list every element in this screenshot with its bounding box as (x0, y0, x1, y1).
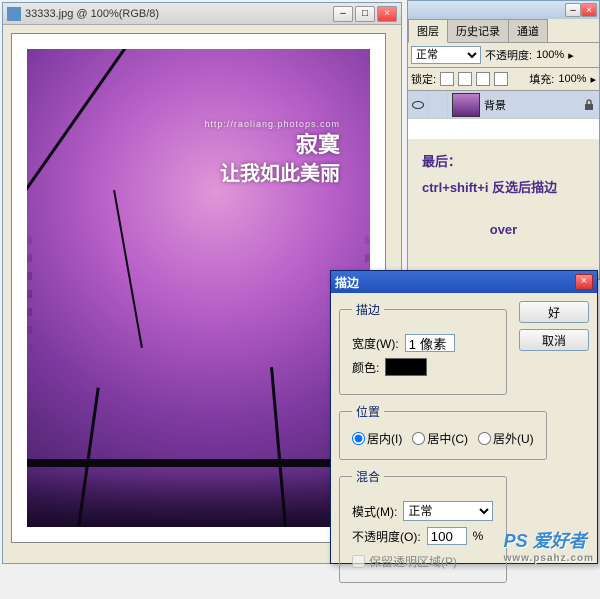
tab-channels[interactable]: 通道 (508, 19, 548, 42)
stroke-dialog: 描边 × 好 取消 描边 宽度(W): 颜色: 位置 居内(I) 居中(C) 居… (330, 270, 598, 564)
preserve-row: 保留透明区域(P) (352, 553, 494, 570)
stroke-legend: 描边 (352, 301, 384, 318)
mode-select[interactable]: 正常 (403, 501, 493, 521)
width-row: 宽度(W): (352, 334, 494, 352)
opacity-value: 100% (536, 49, 564, 61)
artwork-image: http://raoliang.photops.com 寂寞 让我如此美丽 (27, 49, 370, 527)
dialog-buttons: 好 取消 (519, 301, 589, 351)
position-legend: 位置 (352, 403, 384, 420)
note-line3: over (422, 217, 585, 243)
note-line1: 最后： (422, 149, 585, 175)
link-column[interactable] (428, 91, 448, 119)
panel-minimize-button[interactable]: – (565, 3, 581, 17)
width-input[interactable] (405, 334, 455, 352)
blend-opacity-input[interactable] (427, 527, 467, 545)
preserve-checkbox (352, 555, 365, 568)
stroke-fieldset: 描边 宽度(W): 颜色: (339, 301, 507, 395)
blend-opacity-label: 不透明度(O): (352, 528, 421, 545)
color-label: 颜色: (352, 359, 379, 376)
radio-inside-input[interactable] (352, 432, 365, 445)
radio-center[interactable]: 居中(C) (412, 430, 468, 447)
watermark: PS 爱好者 www.psahz.com (504, 527, 594, 564)
layer-name[interactable]: 背景 (484, 97, 583, 113)
lock-all-icon[interactable] (494, 72, 508, 86)
note-line2: ctrl+shift+i 反选后描边 (422, 175, 585, 201)
mode-row: 模式(M): 正常 (352, 501, 494, 521)
layers-panel: – × 图层 历史记录 通道 正常 不透明度: 100% ▸ 锁定: 填充: 1… (407, 0, 600, 280)
tab-history[interactable]: 历史记录 (447, 19, 509, 42)
watermark-logo: PS 爱好者 (504, 531, 587, 551)
tutorial-notes: 最后： ctrl+shift+i 反选后描边 over (408, 139, 599, 253)
panel-close-button[interactable]: × (581, 3, 597, 17)
eye-icon (412, 101, 424, 109)
fill-label: 填充: (529, 71, 554, 87)
document-icon (7, 7, 21, 21)
cancel-button[interactable]: 取消 (519, 329, 589, 351)
document-title: 33333.jpg @ 100%(RGB/8) (25, 8, 333, 20)
color-swatch[interactable] (385, 358, 427, 376)
panel-tabs: 图层 历史记录 通道 (408, 19, 599, 43)
radio-center-input[interactable] (412, 432, 425, 445)
layer-thumbnail[interactable] (452, 93, 480, 117)
layer-list: 背景 (408, 91, 599, 139)
opacity-arrow-icon[interactable]: ▸ (568, 49, 574, 62)
position-radios: 居内(I) 居中(C) 居外(U) (352, 430, 534, 447)
document-titlebar[interactable]: 33333.jpg @ 100%(RGB/8) – □ × (3, 3, 401, 25)
position-fieldset: 位置 居内(I) 居中(C) 居外(U) (339, 403, 547, 460)
radio-outside[interactable]: 居外(U) (478, 430, 534, 447)
mode-label: 模式(M): (352, 503, 397, 520)
layer-row[interactable]: 背景 (408, 91, 599, 119)
tab-layers[interactable]: 图层 (408, 19, 448, 43)
lock-transparency-icon[interactable] (440, 72, 454, 86)
lock-row: 锁定: 填充: 100% ▸ (408, 68, 599, 91)
opacity-row: 不透明度(O): % (352, 527, 494, 545)
fill-arrow-icon[interactable]: ▸ (590, 73, 596, 86)
blend-mode-row: 正常 不透明度: 100% ▸ (408, 43, 599, 68)
dialog-title: 描边 (335, 274, 575, 291)
percent-label: % (473, 529, 484, 543)
lock-position-icon[interactable] (476, 72, 490, 86)
close-button[interactable]: × (377, 6, 397, 22)
dialog-titlebar[interactable]: 描边 × (331, 271, 597, 293)
width-label: 宽度(W): (352, 335, 399, 352)
lock-label: 锁定: (411, 71, 436, 87)
ok-button[interactable]: 好 (519, 301, 589, 323)
opacity-label: 不透明度: (485, 47, 532, 63)
lock-icon (583, 99, 595, 111)
fill-value: 100% (558, 73, 586, 85)
lock-pixels-icon[interactable] (458, 72, 472, 86)
blend-fieldset: 混合 模式(M): 正常 不透明度(O): % 保留透明区域(P) (339, 468, 507, 583)
blend-mode-select[interactable]: 正常 (411, 46, 481, 64)
visibility-toggle[interactable] (408, 91, 428, 119)
maximize-button[interactable]: □ (355, 6, 375, 22)
preserve-label: 保留透明区域(P) (369, 553, 457, 570)
artwork-area: http://raoliang.photops.com 寂寞 让我如此美丽 (27, 49, 370, 527)
dialog-close-button[interactable]: × (575, 274, 593, 290)
minimize-button[interactable]: – (333, 6, 353, 22)
watermark-url: www.psahz.com (504, 553, 594, 564)
window-buttons: – □ × (333, 6, 397, 22)
radio-outside-input[interactable] (478, 432, 491, 445)
color-row: 颜色: (352, 358, 494, 376)
blend-legend: 混合 (352, 468, 384, 485)
panel-titlebar[interactable]: – × (408, 1, 599, 19)
radio-inside[interactable]: 居内(I) (352, 430, 402, 447)
